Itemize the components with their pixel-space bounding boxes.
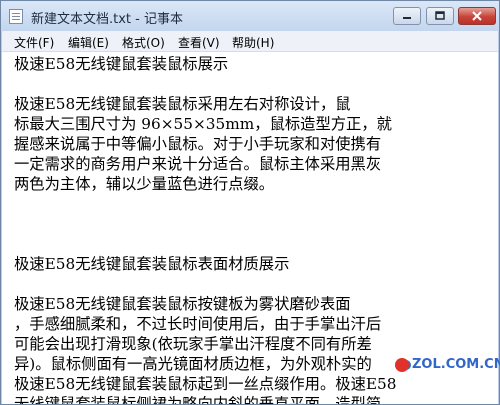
doc-line xyxy=(14,214,492,234)
zol-logo-icon xyxy=(395,357,409,372)
zol-watermark: ZOL.COM.CN xyxy=(395,357,500,372)
doc-line: 极速E58无线键鼠套装鼠标展示 xyxy=(14,55,229,73)
doc-line xyxy=(14,74,492,94)
menu-file[interactable]: 文件(F) xyxy=(14,34,54,51)
doc-line: 极速E58无线键鼠套装鼠标按键板为雾状磨砂表面 xyxy=(14,295,351,313)
menu-help[interactable]: 帮助(H) xyxy=(232,34,274,51)
menu-bar: 文件(F) 编辑(E) 格式(O) 查看(V) 帮助(H) xyxy=(2,31,498,52)
doc-line: 极速E58无线键鼠套装鼠标采用左右对称设计，鼠 xyxy=(14,95,351,113)
close-icon xyxy=(472,11,482,21)
doc-line: ，手感细腻柔和，不过长时间使用后，由于手掌出汗后 xyxy=(14,315,382,333)
menu-edit[interactable]: 编辑(E) xyxy=(68,34,109,51)
doc-line xyxy=(14,274,492,294)
maximize-button[interactable] xyxy=(426,7,454,25)
doc-line xyxy=(14,234,492,254)
doc-line: 可能会出现打滑现象(依玩家手掌出汗程度不同有所差 xyxy=(14,335,372,353)
minimize-button[interactable] xyxy=(393,7,421,25)
close-button[interactable] xyxy=(458,7,496,25)
doc-line xyxy=(14,194,492,214)
doc-line: 标最大三围尺寸为 96×55×35mm，鼠标造型方正，就 xyxy=(14,115,392,133)
doc-line: 一定需求的商务用户来说十分适合。鼠标主体采用黑灰 xyxy=(14,155,382,173)
maximize-icon xyxy=(435,11,445,20)
window-title: 新建文本文档.txt - 记事本 xyxy=(31,12,183,27)
title-bar[interactable]: 新建文本文档.txt - 记事本 xyxy=(1,1,499,31)
minimize-icon xyxy=(403,17,411,19)
watermark-text: ZOL.COM.CN xyxy=(412,357,500,372)
doc-line: 无线键鼠套装鼠标侧裙为略向内斜的垂直平面，造型简 xyxy=(14,395,382,404)
notepad-icon[interactable] xyxy=(9,9,23,24)
doc-line: 极速E58无线键鼠套装鼠标表面材质展示 xyxy=(14,255,290,273)
doc-line: 握感来说属于中等偏小鼠标。对于小手玩家和对使携有 xyxy=(14,135,382,153)
notepad-window: 新建文本文档.txt - 记事本 文件(F) 编辑(E) 格式(O) 查看(V)… xyxy=(0,0,500,405)
doc-line: 极速E58无线键鼠套装鼠标起到一丝点缀作用。极速E58 xyxy=(14,375,397,393)
doc-line: 两色为主体，辅以少量蓝色进行点缀。 xyxy=(14,175,275,193)
menu-format[interactable]: 格式(O) xyxy=(122,34,165,51)
text-editor[interactable]: 极速E58无线键鼠套装鼠标展示 极速E58无线键鼠套装鼠标采用左右对称设计，鼠 … xyxy=(2,52,498,404)
menu-view[interactable]: 查看(V) xyxy=(178,34,220,51)
document-text: 极速E58无线键鼠套装鼠标展示 极速E58无线键鼠套装鼠标采用左右对称设计，鼠 … xyxy=(14,54,492,404)
